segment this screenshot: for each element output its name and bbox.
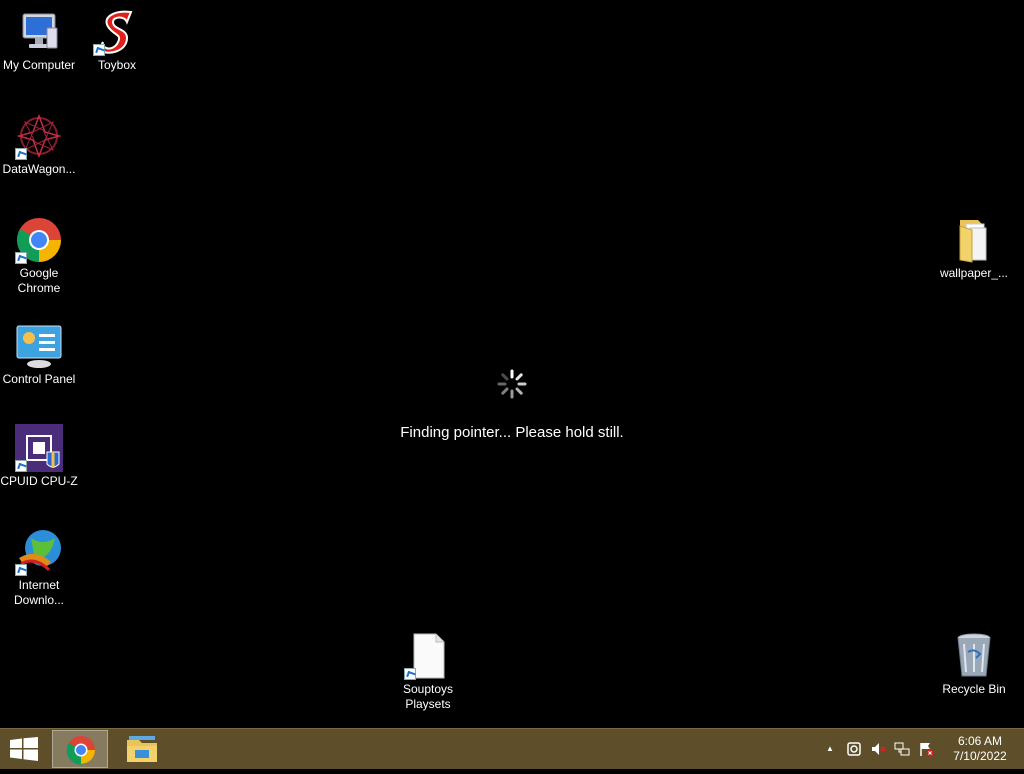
document-icon: [404, 632, 452, 680]
desktop-icon-label: Control Panel: [2, 372, 76, 386]
system-tray: ▲: [822, 741, 934, 757]
computer-icon: [15, 8, 63, 56]
desktop-icon-recycle-bin[interactable]: Recycle Bin: [935, 632, 1013, 697]
desktop-icon-label: wallpaper_...: [939, 266, 1009, 280]
volume-muted-icon[interactable]: [870, 741, 886, 757]
shortcut-arrow-icon: [404, 668, 416, 680]
chrome-icon: [15, 216, 63, 264]
tray-app-icon[interactable]: [846, 741, 862, 757]
desktop-icon-toybox[interactable]: Toybox: [78, 8, 156, 73]
desktop-icon-label: Chrome: [17, 281, 61, 295]
desktop-icon-internet-download-manager[interactable]: Internet Downlo...: [0, 528, 78, 608]
loading-spinner-icon: [496, 368, 528, 400]
network-icon[interactable]: [894, 741, 910, 757]
start-button[interactable]: [8, 737, 40, 761]
desktop-icon-label: Souptoys: [402, 682, 454, 696]
desktop-icon-label: Downlo...: [13, 593, 65, 607]
desktop-icon-label: Recycle Bin: [942, 682, 1006, 696]
chrome-icon: [66, 736, 95, 765]
shortcut-arrow-icon: [93, 44, 105, 56]
action-center-flag-icon[interactable]: [918, 741, 934, 757]
desktop-icon-datawagon[interactable]: DataWagon...: [0, 112, 78, 177]
desktop-icon-wallpaper-folder[interactable]: wallpaper_...: [935, 216, 1013, 281]
desktop-icon-my-computer[interactable]: My Computer: [0, 8, 78, 73]
show-hidden-icons-arrow-icon[interactable]: ▲: [822, 741, 838, 757]
globe-download-icon: [15, 528, 63, 576]
taskbar: ▲ 6:06 AM 7/10/2022: [0, 728, 1024, 769]
desktop-icon-google-chrome[interactable]: Google Chrome: [0, 216, 78, 296]
shortcut-arrow-icon: [15, 148, 27, 160]
desktop-icon-label: My Computer: [2, 58, 76, 72]
status-message: Finding pointer... Please hold still.: [400, 424, 624, 441]
shortcut-arrow-icon: [15, 564, 27, 576]
clock-date: 7/10/2022: [953, 749, 1007, 763]
desktop-icon-control-panel[interactable]: Control Panel: [0, 322, 78, 387]
shortcut-arrow-icon: [15, 460, 27, 472]
desktop-icon-label: Playsets: [405, 697, 451, 711]
taskbar-chrome-button[interactable]: [52, 730, 108, 768]
datawagon-icon: [15, 112, 63, 160]
toybox-s-icon: [93, 8, 141, 56]
desktop-icon-label: Internet: [18, 578, 60, 592]
desktop-icon-label: Toybox: [97, 58, 137, 72]
recycle-bin-icon: [950, 632, 998, 680]
desktop-icon-label: DataWagon...: [2, 162, 76, 176]
clock-time: 6:06 AM: [957, 734, 1003, 748]
taskbar-clock[interactable]: 6:06 AM 7/10/2022: [950, 734, 1010, 764]
desktop-icon-label: Google: [19, 266, 59, 280]
shortcut-arrow-icon: [15, 252, 27, 264]
folder-icon: [950, 216, 998, 264]
windows-logo-icon: [10, 737, 38, 761]
file-explorer-icon: [127, 736, 157, 762]
desktop-icon-label: CPUID CPU-Z: [0, 474, 78, 488]
control-panel-icon: [15, 322, 63, 370]
desktop-icon-souptoys-playsets[interactable]: Souptoys Playsets: [389, 632, 467, 712]
taskbar-file-explorer-button[interactable]: [114, 730, 170, 768]
